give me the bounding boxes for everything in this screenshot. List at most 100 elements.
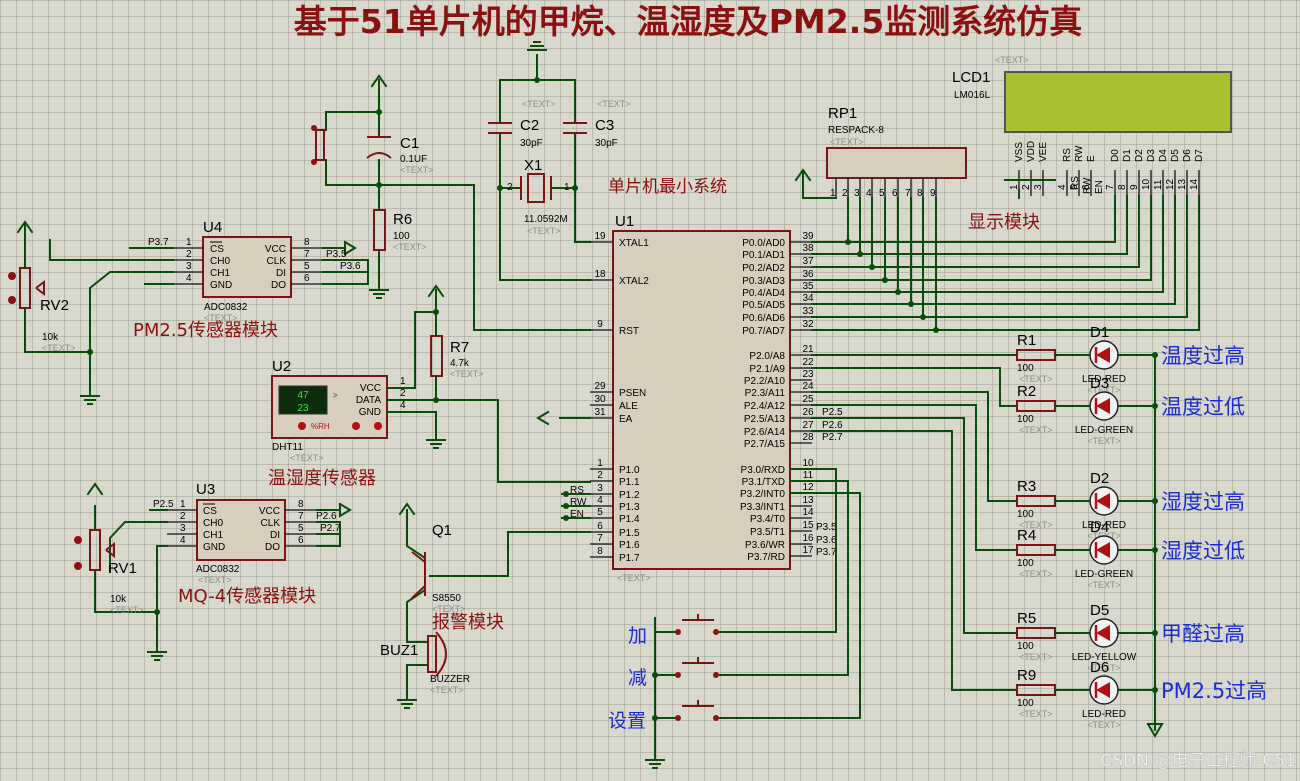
- u3-pin-ch1: CH1: [203, 530, 223, 541]
- led-indicator[interactable]: [1089, 675, 1119, 705]
- c2-capacitor[interactable]: C2 30pF <TEXT>: [488, 99, 556, 149]
- led-indicator[interactable]: [1089, 486, 1119, 516]
- rp1-respack[interactable]: RP1 RESPACK-8 <TEXT> 123456789: [826, 105, 967, 199]
- lcd-pin-name: E: [1086, 155, 1097, 162]
- u3-text-tag: <TEXT>: [198, 575, 232, 585]
- ground-symbol: [147, 651, 167, 661]
- u1-pin-name: P3.0/RXD: [741, 465, 785, 476]
- u1-pin-num: 9: [597, 319, 603, 330]
- u3-num-7: 7: [298, 511, 304, 522]
- rv1-text-tag: <TEXT>: [110, 605, 144, 615]
- u1-pin-name: EA: [619, 414, 633, 425]
- c1-text-tag: <TEXT>: [400, 165, 434, 175]
- lcd1-display[interactable]: LCD1 LM016L <TEXT> VSS1VDD2VEE3RS4RW5E6D…: [952, 55, 1232, 196]
- rv1-ref: RV1: [108, 560, 137, 577]
- u4-pin-ch0: CH0: [210, 256, 230, 267]
- u1-pin-name: P2.4/A12: [744, 401, 786, 412]
- u3-ref: U3: [196, 481, 215, 498]
- button-sub[interactable]: 减: [628, 657, 719, 689]
- u1-pin-num: 5: [597, 507, 603, 518]
- svg-text:2: 2: [507, 182, 513, 193]
- resistor-value: 100: [1017, 698, 1034, 709]
- resistor: [1016, 544, 1056, 556]
- u1-pin-num: 25: [802, 394, 814, 405]
- r6-resistor[interactable]: R6 100 <TEXT>: [373, 209, 427, 252]
- dht-wires: [386, 284, 591, 483]
- indicator-wire: [811, 367, 1018, 407]
- resistor-text-tag: <TEXT>: [1019, 709, 1053, 719]
- u4-pin-gnd: GND: [210, 280, 232, 291]
- led-indicator[interactable]: [1089, 535, 1119, 565]
- led-ref: D3: [1090, 375, 1109, 392]
- c3-value: 30pF: [595, 138, 618, 149]
- dht-num-1: 1: [400, 376, 406, 387]
- u1-pin-name: P3.6/WR: [745, 540, 785, 551]
- reset-button[interactable]: [311, 111, 327, 165]
- u1-pin-num: 36: [802, 269, 814, 280]
- u1-pin-name: XTAL2: [619, 276, 649, 287]
- q1-ref: Q1: [432, 522, 452, 539]
- rp1-value: RESPACK-8: [828, 125, 884, 136]
- resistor-text-tag: <TEXT>: [1019, 425, 1053, 435]
- u2-value: DHT11: [272, 442, 303, 453]
- rp1-ref: RP1: [828, 105, 857, 122]
- u1-pin-num: 39: [802, 231, 814, 242]
- svg-text:1: 1: [564, 182, 570, 193]
- c2-value: 30pF: [520, 138, 543, 149]
- alarm-module-label: 报警模块: [432, 612, 504, 633]
- q1-value: S8550: [432, 593, 461, 604]
- led-indicator[interactable]: [1089, 391, 1119, 421]
- rv1-vcc-arrow: [86, 482, 104, 496]
- u1-pin-num: 19: [594, 231, 606, 242]
- u2-dht11[interactable]: 47 23 > %RH VCC DATA GND U2 DHT11 <TEXT>…: [271, 358, 406, 463]
- indicator-wire: [811, 391, 1018, 502]
- mq4-module-label: MQ-4传感器模块: [178, 586, 316, 607]
- u1-pin-name: P0.7/AD7: [742, 326, 785, 337]
- u1-pin-num: 13: [802, 495, 814, 506]
- r7-resistor[interactable]: R7 4.7k <TEXT>: [430, 335, 484, 379]
- mcu-net-p37: P3.7: [816, 547, 837, 558]
- u1-pin-name: P1.3: [619, 502, 640, 513]
- button-set[interactable]: 设置: [608, 700, 719, 732]
- u3-pin-do: DO: [265, 542, 280, 553]
- x1-crystal[interactable]: X1 11.0592M <TEXT> 2 1: [507, 157, 570, 236]
- u1-pin-num: 35: [802, 281, 814, 292]
- u1-pin-name: P0.4/AD4: [742, 288, 785, 299]
- q1-transistor[interactable]: Q1 S8550 <TEXT>: [411, 522, 466, 614]
- c3-capacitor[interactable]: C3 30pF <TEXT>: [563, 99, 631, 149]
- watermark: CSDN @电子工程师-C51: [1100, 751, 1296, 771]
- reset-wires: [325, 74, 591, 331]
- resistor: [1016, 684, 1056, 696]
- button-add[interactable]: 加: [628, 614, 719, 647]
- u3-pin-ch0: CH0: [203, 518, 223, 529]
- u3-pin-cs: CS: [203, 506, 217, 517]
- rv1-potentiometer[interactable]: RV1 10k <TEXT>: [74, 529, 144, 615]
- lcd-pin-num: 11: [1153, 179, 1164, 190]
- u2-ref: U2: [272, 358, 291, 375]
- led-indicator[interactable]: [1089, 618, 1119, 648]
- u1-pin-num: 31: [594, 407, 606, 418]
- u1-pin-num: 8: [597, 546, 603, 557]
- lcd-pin-name: RS: [1062, 148, 1073, 162]
- u3-adc0832[interactable]: U3 ADC0832 <TEXT> CS CH0 CH1 GND VCC CLK…: [167, 481, 317, 585]
- u3-num-8: 8: [298, 499, 304, 510]
- c3-text-tag: <TEXT>: [597, 99, 631, 109]
- u1-pin-num: 23: [802, 369, 814, 380]
- ground-symbol: [397, 699, 417, 709]
- u1-mcu[interactable]: U1 <TEXT> 19XTAL118XTAL29RST29PSEN30ALE3…: [590, 213, 814, 583]
- display-module-label: 显示模块: [968, 212, 1040, 233]
- u1-pin-name: P1.7: [619, 553, 640, 564]
- lcd-pin-name: D0: [1110, 149, 1121, 162]
- led-indicator[interactable]: [1089, 340, 1119, 370]
- rv1-value: 10k: [110, 594, 127, 605]
- u1-pin-name: P2.3/A11: [745, 388, 786, 399]
- r6-ref: R6: [393, 211, 412, 228]
- c1-capacitor[interactable]: C1 0.1UF <TEXT>: [366, 135, 434, 175]
- lcd-net-en: EN: [1094, 180, 1105, 194]
- bus-wire: [811, 195, 1116, 243]
- led-value: LED-GREEN: [1075, 569, 1133, 580]
- u4-adc0832[interactable]: U4 ADC0832 <TEXT> CS CH0 CH1 GND VCC CLK…: [173, 219, 323, 323]
- mcu-net-p27: P2.7: [822, 432, 843, 443]
- button-set-label: 设置: [608, 710, 646, 732]
- r7-value: 4.7k: [450, 358, 470, 369]
